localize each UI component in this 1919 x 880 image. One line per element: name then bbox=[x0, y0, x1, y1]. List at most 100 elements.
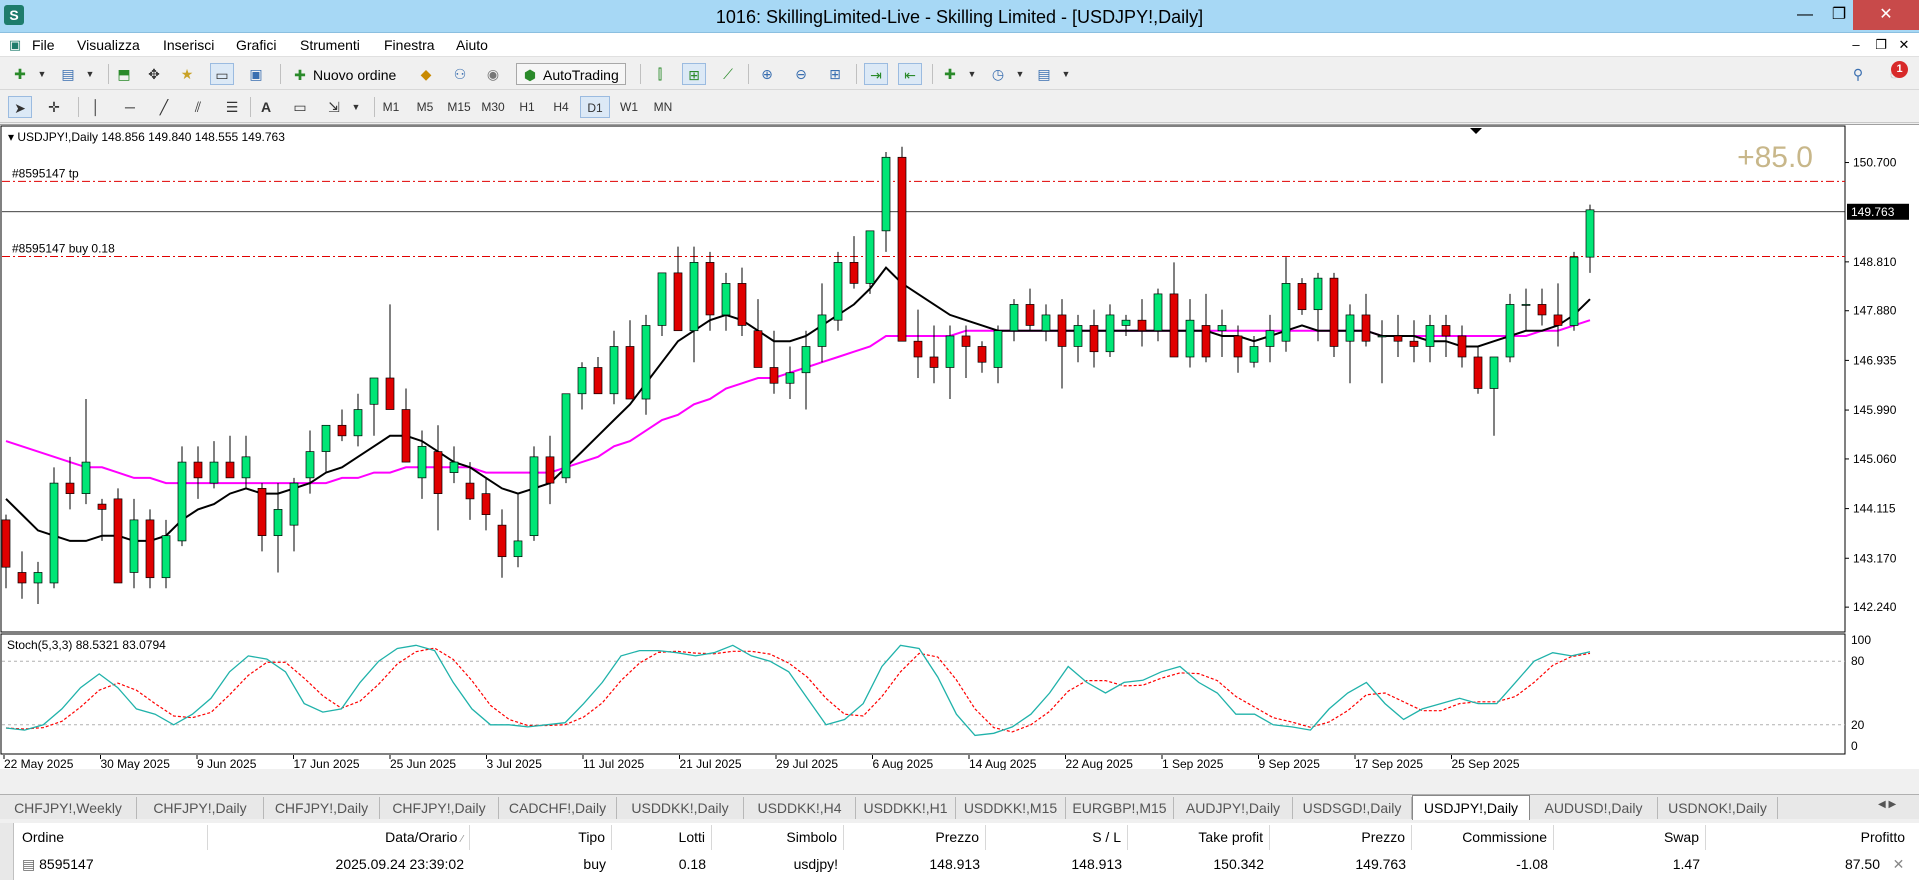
chart-tab[interactable]: CADCHF!,Daily bbox=[499, 797, 617, 819]
dropdown-arrow-icon[interactable]: ▼ bbox=[1008, 63, 1032, 85]
timeframe-h4[interactable]: H4 bbox=[546, 96, 576, 118]
timeframe-m15[interactable]: M15 bbox=[444, 96, 474, 118]
chart-tab[interactable]: USDDKK!,H4 bbox=[744, 797, 856, 819]
chart-tab[interactable]: USDNOK!,Daily bbox=[1658, 797, 1778, 819]
candle-body bbox=[273, 509, 283, 537]
profiles-icon[interactable]: ▤ bbox=[56, 63, 80, 85]
menu-tools[interactable]: Strumenti bbox=[300, 37, 360, 53]
column-header[interactable]: Commissione bbox=[1412, 825, 1554, 850]
fibonacci-icon[interactable]: ☰ bbox=[220, 96, 244, 118]
chart-tab[interactable]: AUDUSD!,Daily bbox=[1530, 797, 1658, 819]
price-tick-label: 145.060 bbox=[1853, 452, 1897, 466]
strategy-tester-icon[interactable]: ▣ bbox=[244, 63, 268, 85]
text-label-icon[interactable]: ▭ bbox=[288, 96, 312, 118]
chart-tab[interactable]: CHFJPY!,Daily bbox=[137, 797, 264, 819]
periods-icon[interactable]: ◷ bbox=[986, 63, 1010, 85]
zoom-out-icon[interactable]: ⊖ bbox=[789, 63, 813, 85]
new-chart-icon[interactable]: ✚ bbox=[8, 63, 32, 85]
menu-help[interactable]: Aiuto bbox=[456, 37, 488, 53]
dropdown-arrow-icon[interactable]: ▼ bbox=[78, 63, 102, 85]
zoom-in-icon[interactable]: ⊕ bbox=[755, 63, 779, 85]
tab-scroll-icon[interactable]: ◀ ▶ bbox=[1878, 799, 1896, 810]
mdi-restore-icon[interactable]: ❐ bbox=[1870, 35, 1892, 55]
equidistant-channel-icon[interactable]: ⫽ bbox=[186, 96, 210, 118]
autotrading-button[interactable]: ⬢ AutoTrading bbox=[516, 63, 626, 85]
timeframe-m30[interactable]: M30 bbox=[478, 96, 508, 118]
metaeditor-icon[interactable]: ◆ bbox=[414, 63, 438, 85]
column-header[interactable]: Swap bbox=[1554, 825, 1706, 850]
column-header[interactable]: Prezzo bbox=[1270, 825, 1412, 850]
crosshair-move-icon[interactable]: ✥ bbox=[142, 63, 166, 85]
timeframe-w1[interactable]: W1 bbox=[614, 96, 644, 118]
indicators-icon[interactable]: ✚ bbox=[938, 63, 962, 85]
chart-shift-icon[interactable]: ⇥ bbox=[864, 63, 888, 85]
chart-tab[interactable]: USDJPY!,Daily bbox=[1412, 795, 1530, 820]
column-header[interactable]: Lotti bbox=[612, 825, 712, 850]
column-header[interactable]: Data/Orario ⁄ bbox=[208, 825, 470, 850]
mdi-minimize-icon[interactable]: – bbox=[1845, 35, 1867, 55]
table-row[interactable]: ▤ 8595147 2025.09.24 23:39:02 buy 0.18 u… bbox=[16, 852, 1911, 876]
title-bar: S 1016: SkillingLimited-Live - Skilling … bbox=[0, 0, 1919, 33]
chart-tab[interactable]: CHFJPY!,Daily bbox=[380, 797, 499, 819]
tile-windows-icon[interactable]: ⊞ bbox=[823, 63, 847, 85]
chart-tab[interactable]: USDDKK!,M15 bbox=[956, 797, 1066, 819]
crosshair-icon[interactable]: ✛ bbox=[42, 96, 66, 118]
navigator-icon[interactable]: ★ bbox=[175, 63, 199, 85]
templates-icon[interactable]: ▤ bbox=[1032, 63, 1056, 85]
terminal-icon[interactable]: ▭ bbox=[210, 63, 234, 85]
close-button[interactable]: ✕ bbox=[1853, 0, 1919, 30]
timeframe-m1[interactable]: M1 bbox=[376, 96, 406, 118]
column-header[interactable]: S / L bbox=[986, 825, 1128, 850]
timeframe-mn[interactable]: MN bbox=[648, 96, 678, 118]
chart-tab[interactable]: EURGBP!,M15 bbox=[1066, 797, 1174, 819]
chart-tab[interactable]: USDDKK!,Daily bbox=[617, 797, 744, 819]
trend-line-icon[interactable]: ╱ bbox=[152, 96, 176, 118]
menu-file[interactable]: File bbox=[32, 37, 55, 53]
mdi-close-icon[interactable]: ✕ bbox=[1893, 35, 1915, 55]
menu-bar: ▣ File Visualizza Inserisci Grafici Stru… bbox=[0, 33, 1919, 57]
dropdown-arrow-icon[interactable]: ▼ bbox=[1054, 63, 1078, 85]
column-header[interactable]: Take profit bbox=[1128, 825, 1270, 850]
profit-overlay: +85.0 bbox=[1737, 141, 1813, 174]
dropdown-arrow-icon[interactable]: ▼ bbox=[30, 63, 54, 85]
close-order-icon[interactable]: ✕ bbox=[1886, 852, 1911, 876]
candlestick-chart-icon[interactable]: ⊞ bbox=[682, 63, 706, 85]
bar-chart-icon[interactable]: ⫿ bbox=[648, 63, 672, 85]
column-header[interactable]: Ordine bbox=[16, 825, 208, 850]
new-order-button[interactable]: ✚ Nuovo ordine bbox=[286, 63, 403, 85]
notification-badge[interactable]: 1 bbox=[1891, 61, 1908, 78]
menu-insert[interactable]: Inserisci bbox=[163, 37, 214, 53]
market-watch-icon[interactable]: ⬒ bbox=[112, 63, 136, 85]
cursor-icon[interactable]: ➤ bbox=[8, 96, 32, 118]
vps-icon[interactable]: ◉ bbox=[481, 63, 505, 85]
column-header[interactable]: Simbolo bbox=[712, 825, 844, 850]
column-header[interactable]: Tipo bbox=[470, 825, 612, 850]
timeframe-d1[interactable]: D1 bbox=[580, 96, 610, 118]
date-tick-label: 6 Aug 2025 bbox=[873, 757, 934, 770]
timeframe-m5[interactable]: M5 bbox=[410, 96, 440, 118]
line-chart-icon[interactable]: ⟋ bbox=[716, 63, 740, 85]
column-header[interactable]: Prezzo bbox=[844, 825, 986, 850]
menu-window[interactable]: Finestra bbox=[384, 37, 435, 53]
column-header[interactable]: Profitto bbox=[1706, 825, 1911, 850]
menu-charts[interactable]: Grafici bbox=[236, 37, 276, 53]
vertical-line-icon[interactable]: │ bbox=[84, 96, 108, 118]
chart-tab[interactable]: AUDJPY!,Daily bbox=[1174, 797, 1293, 819]
text-icon[interactable]: A bbox=[254, 96, 278, 118]
chart-tab[interactable]: USDDKK!,H1 bbox=[856, 797, 956, 819]
auto-scroll-icon[interactable]: ⇤ bbox=[898, 63, 922, 85]
chart-window[interactable]: ▾ USDJPY!,Daily 148.856 149.840 148.555 … bbox=[0, 124, 1919, 770]
chart-tab[interactable]: CHFJPY!,Daily bbox=[264, 797, 380, 819]
chart-tab[interactable]: USDSGD!,Daily bbox=[1293, 797, 1412, 819]
horizontal-line-icon[interactable]: ─ bbox=[118, 96, 142, 118]
price-chart[interactable]: ▾ USDJPY!,Daily 148.856 149.840 148.555 … bbox=[0, 125, 1919, 770]
dropdown-arrow-icon[interactable]: ▼ bbox=[344, 96, 368, 118]
timeframe-h1[interactable]: H1 bbox=[512, 96, 542, 118]
chart-tab[interactable]: CHFJPY!,Weekly bbox=[0, 797, 137, 819]
search-icon[interactable]: ⚲ bbox=[1846, 63, 1870, 85]
candle-body bbox=[337, 424, 347, 437]
arrows-icon[interactable]: ⇲ bbox=[322, 96, 346, 118]
signals-icon[interactable]: ⚇ bbox=[448, 63, 472, 85]
dropdown-arrow-icon[interactable]: ▼ bbox=[960, 63, 984, 85]
menu-view[interactable]: Visualizza bbox=[77, 37, 140, 53]
